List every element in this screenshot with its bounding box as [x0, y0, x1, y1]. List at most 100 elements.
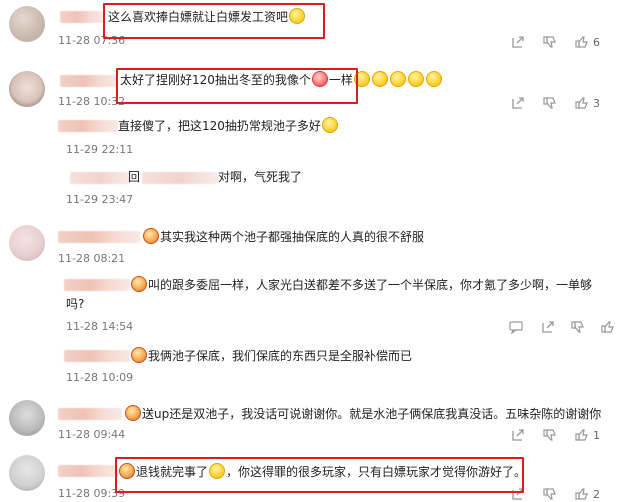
comment-actions: 3 — [511, 95, 621, 111]
comment-actions: 1 — [511, 427, 621, 443]
thumbs-up-icon — [575, 428, 589, 442]
dislike-button[interactable] — [571, 319, 585, 335]
thumbs-up-icon — [575, 487, 589, 501]
dislike-button[interactable] — [543, 486, 557, 502]
quoted-text-blurred — [142, 172, 218, 184]
like-button[interactable]: 3 — [575, 95, 600, 111]
crown-emoji — [143, 228, 159, 244]
comment-text: 其实我这种两个池子都强抽保底的人真的很不舒服 — [142, 228, 424, 246]
like-count: 6 — [593, 35, 600, 49]
reply-text-part: 回 — [128, 170, 141, 184]
username-blurred[interactable] — [58, 231, 140, 243]
thumbs-up-icon — [575, 96, 589, 110]
username-blurred[interactable] — [64, 350, 130, 362]
username-blurred[interactable] — [58, 465, 118, 477]
clown-emoji — [311, 71, 328, 87]
comment-text-part: ，你这得罪的很多玩家，只有白嫖玩家才觉得你游好了。 — [226, 465, 527, 479]
avatar[interactable] — [9, 400, 45, 436]
smile-emoji — [371, 71, 388, 87]
timestamp: 11-28 14:54 — [66, 320, 134, 333]
thumbs-up-icon — [575, 35, 589, 49]
reply-text: 叫的跟多委屈一样，人家光白送都差不多送了一个半保底，你才氪了多少啊，一单够 — [130, 276, 592, 294]
timestamp: 11-28 07:36 — [58, 34, 126, 47]
share-button[interactable] — [511, 95, 525, 111]
username-blurred[interactable] — [60, 75, 118, 87]
reply-text: 我俩池子保底，我们保底的东西只是全服补偿而已 — [130, 347, 412, 365]
share-icon — [511, 96, 525, 110]
share-icon — [511, 35, 525, 49]
share-button[interactable] — [511, 486, 525, 502]
reply-text: 回 — [128, 169, 140, 186]
laugh-emoji — [289, 8, 306, 24]
comment-actions: 6 — [511, 34, 621, 50]
like-button[interactable]: 1 — [575, 427, 600, 443]
crown-emoji — [125, 405, 141, 421]
reply-text-part: 直接傻了，把这120抽扔常规池子多好 — [118, 119, 321, 133]
share-icon — [511, 487, 525, 501]
like-button[interactable]: 6 — [575, 34, 600, 50]
timestamp: 11-28 09:44 — [58, 428, 126, 441]
cry-emoji — [209, 463, 226, 479]
timestamp: 11-28 09:39 — [58, 487, 126, 500]
avatar[interactable] — [9, 71, 45, 107]
reply-text: 直接傻了，把这120抽扔常规池子多好 — [118, 117, 339, 135]
reply-button[interactable] — [509, 319, 523, 335]
dislike-button[interactable] — [543, 95, 557, 111]
share-icon — [511, 428, 525, 442]
username-blurred[interactable] — [60, 11, 104, 23]
comment-text: 送up还是双池子，我没话可说谢谢你。就是水池子俩保底我真没话。五味杂陈的谢谢你 — [124, 405, 601, 423]
cry-laugh-emoji — [321, 117, 338, 133]
thumbs-down-icon — [543, 35, 557, 49]
share-button[interactable] — [511, 34, 525, 50]
reply-text-line2: 吗? — [66, 297, 85, 311]
like-count: 3 — [593, 96, 600, 110]
like-button[interactable]: 2 — [575, 486, 600, 502]
smile-emoji — [389, 71, 406, 87]
reply-text: 对啊，气死我了 — [218, 169, 302, 186]
comment-text-part: 太好了捏刚好120抽出冬至的我像个 — [120, 73, 311, 87]
timestamp: 11-29 23:47 — [66, 193, 134, 206]
reply-text-part: 叫的跟多委屈一样，人家光白送都差不多送了一个半保底，你才氪了多少啊，一单够 — [148, 278, 593, 292]
username-blurred[interactable] — [58, 120, 118, 132]
thumbs-down-icon — [543, 428, 557, 442]
share-button[interactable] — [511, 427, 525, 443]
like-count: 1 — [593, 428, 600, 442]
dislike-button[interactable] — [543, 34, 557, 50]
comment-actions: 2 — [511, 486, 621, 502]
smile-emoji — [353, 71, 370, 87]
share-button[interactable] — [541, 319, 555, 335]
avatar[interactable] — [9, 6, 45, 42]
reply-actions — [509, 319, 621, 335]
reply-text-part: 对啊，气死我了 — [218, 170, 303, 184]
comment-text-part: 送up还是双池子，我没话可说谢谢你。就是水池子俩保底我真没话。五味杂陈的谢谢你 — [142, 407, 602, 421]
like-button[interactable] — [601, 319, 615, 335]
comment-text: 这么喜欢捧白嫖就让白嫖发工资吧 — [108, 8, 306, 26]
crown-emoji — [119, 463, 135, 479]
smile-emoji — [407, 71, 424, 87]
thumbs-down-icon — [543, 96, 557, 110]
like-count: 2 — [593, 487, 600, 501]
username-blurred[interactable] — [58, 408, 122, 420]
timestamp: 11-28 10:09 — [66, 371, 134, 384]
thumbs-up-icon — [601, 320, 615, 334]
reply-text-part: 我俩池子保底，我们保底的东西只是全服补偿而已 — [148, 349, 413, 363]
timestamp: 11-28 08:21 — [58, 252, 126, 265]
username-blurred[interactable] — [64, 279, 130, 291]
dislike-button[interactable] — [543, 427, 557, 443]
avatar[interactable] — [9, 225, 45, 261]
share-icon — [541, 320, 555, 334]
comment-icon — [509, 320, 523, 334]
smile-emoji — [425, 71, 442, 87]
comment-text-part: 一样 — [328, 73, 353, 87]
thumbs-down-icon — [543, 487, 557, 501]
comment-text-part: 退钱就完事了 — [136, 465, 209, 479]
avatar[interactable] — [9, 455, 45, 491]
crown-emoji — [131, 347, 147, 363]
username-blurred[interactable] — [70, 172, 130, 184]
timestamp: 11-29 22:11 — [66, 143, 134, 156]
crown-emoji — [131, 276, 147, 292]
thumbs-down-icon — [571, 320, 585, 334]
timestamp: 11-28 10:32 — [58, 95, 126, 108]
comment-text-part: 其实我这种两个池子都强抽保底的人真的很不舒服 — [160, 230, 425, 244]
comment-text: 退钱就完事了 ，你这得罪的很多玩家，只有白嫖玩家才觉得你游好了。 — [118, 463, 526, 481]
